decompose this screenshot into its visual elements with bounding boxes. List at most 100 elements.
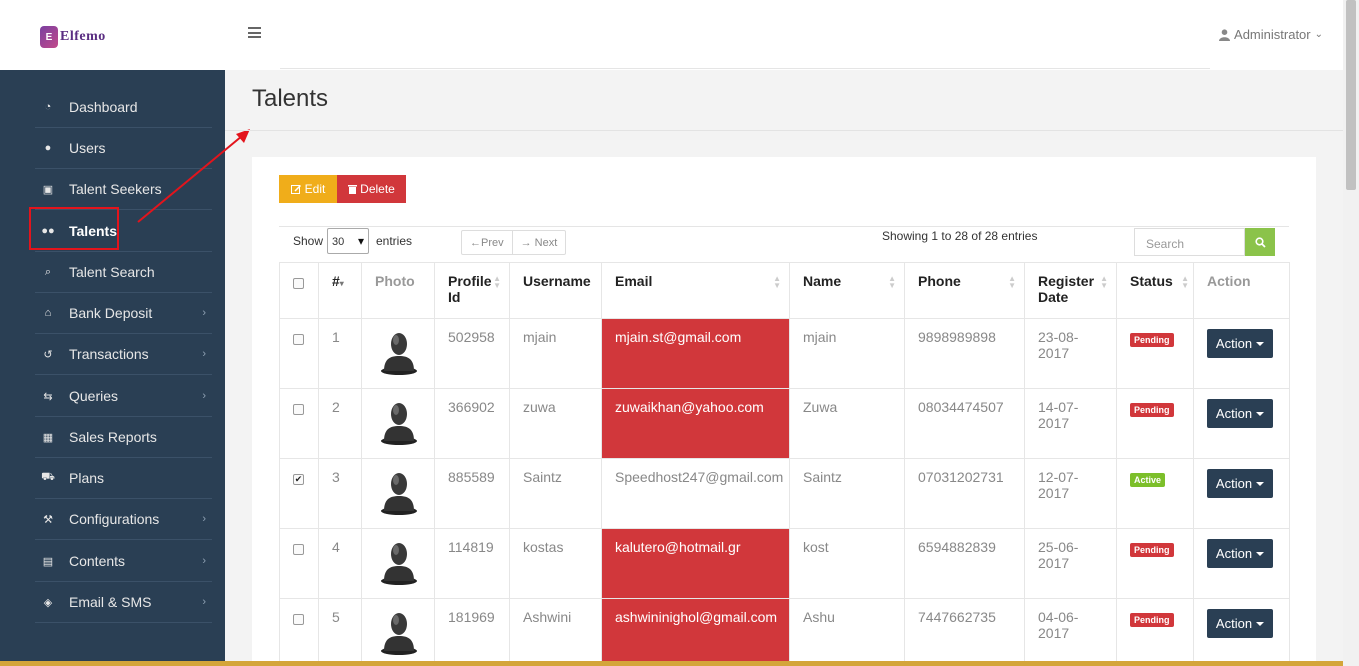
email: zuwaikhan@yahoo.com xyxy=(601,388,790,459)
status-cell: Pending xyxy=(1116,528,1194,599)
user-menu[interactable]: Administrator ⌄ xyxy=(1219,27,1323,42)
page-scrollbar[interactable] xyxy=(1343,0,1359,666)
avatar xyxy=(381,333,417,375)
table-row[interactable]: 5 181969 Ashwini ashwininighol@gmail.com Ash… xyxy=(279,598,1290,666)
search-icon: ⌕ xyxy=(44,265,52,278)
sidebar-item-bank-deposit[interactable]: ⌂ Bank Deposit › xyxy=(35,293,212,334)
menu-toggle-icon[interactable] xyxy=(248,27,261,38)
briefcase-icon: ▣ xyxy=(42,183,54,196)
action-dropdown-button[interactable]: Action xyxy=(1207,329,1273,358)
profile-id: 114819 xyxy=(434,528,510,599)
action-dropdown-button[interactable]: Action xyxy=(1207,469,1273,498)
col-header-register-date[interactable]: Register Date ▲ ▼ xyxy=(1024,262,1117,319)
brand-logo[interactable]: E Elfemo xyxy=(40,24,120,50)
action-dropdown-button[interactable]: Action xyxy=(1207,609,1273,638)
top-header: E Elfemo Administrator ⌄ xyxy=(0,0,1343,70)
delete-button[interactable]: Delete xyxy=(337,175,406,203)
table-row[interactable]: 4 114819 kostas kalutero@hotmail.gr kost 6594… xyxy=(279,528,1290,599)
caret-down-icon xyxy=(1256,621,1265,626)
sidebar-item-configurations[interactable]: ⚒ Configurations › xyxy=(35,499,212,540)
annotation-highlight-box xyxy=(29,207,119,250)
row-checkbox[interactable] xyxy=(293,614,304,625)
action-cell: Action xyxy=(1193,598,1290,666)
register-date: 14-07-2017 xyxy=(1024,388,1117,459)
row-checkbox[interactable] xyxy=(293,334,304,345)
sidebar-item-label: Plans xyxy=(69,470,105,486)
col-header-num[interactable]: #▾ xyxy=(318,262,362,319)
col-header-email[interactable]: Email ▲ ▼ xyxy=(601,262,790,319)
sidebar-item-transactions[interactable]: ↺ Transactions › xyxy=(35,334,212,375)
row-select-cell xyxy=(279,388,319,459)
sidebar-item-plans[interactable]: ⛟ Plans xyxy=(35,458,212,499)
sidebar-item-label: Users xyxy=(69,140,106,156)
status-badge: Active xyxy=(1130,473,1166,487)
name: kost xyxy=(789,528,905,599)
photo-cell xyxy=(361,458,435,529)
sidebar-item-label: Contents xyxy=(69,553,126,569)
sidebar-item-talent-search[interactable]: ⌕ Talent Search xyxy=(35,252,212,293)
user-icon xyxy=(1219,28,1231,41)
wrench-icon: ⚒ xyxy=(43,513,53,526)
sidebar-item-label: Queries xyxy=(69,388,119,404)
table-row[interactable]: 1 502958 mjain mjain.st@gmail.com mjain 98989… xyxy=(279,318,1290,389)
history-icon: ↺ xyxy=(43,348,53,361)
caret-down-icon xyxy=(1256,481,1265,486)
profile-id: 502958 xyxy=(434,318,510,389)
table-row[interactable]: 2 366902 zuwa zuwaikhan@yahoo.com Zuwa 080344… xyxy=(279,388,1290,459)
next-button[interactable]: → Next xyxy=(513,231,566,254)
chevron-right-icon: › xyxy=(202,555,206,567)
edit-icon xyxy=(290,184,301,194)
show-label: Show xyxy=(293,234,324,248)
username: mjain xyxy=(509,318,602,389)
edit-button[interactable]: Edit xyxy=(279,175,337,203)
name: Ashu xyxy=(789,598,905,666)
username: kostas xyxy=(509,528,602,599)
action-cell: Action xyxy=(1193,388,1290,459)
name: mjain xyxy=(789,318,905,389)
phone: 7447662735 xyxy=(904,598,1025,666)
profile-id: 366902 xyxy=(434,388,510,459)
col-header-phone[interactable]: Phone ▲ ▼ xyxy=(904,262,1025,319)
status-badge: Pending xyxy=(1130,613,1174,627)
title-divider xyxy=(225,130,1343,131)
col-header-profile-id[interactable]: Profile Id ▲ ▼ xyxy=(434,262,510,319)
row-number: 4 xyxy=(318,528,362,599)
col-header-name[interactable]: Name ▲ ▼ xyxy=(789,262,905,319)
sidebar-item-queries[interactable]: ⇆ Queries › xyxy=(35,376,212,417)
action-label: Action xyxy=(1215,336,1253,351)
sidebar-item-email-sms[interactable]: ◈ Email & SMS › xyxy=(35,582,212,623)
col-header-status[interactable]: Status ▲ ▼ xyxy=(1116,262,1194,319)
action-dropdown-button[interactable]: Action xyxy=(1207,539,1273,568)
col-header-username[interactable]: Username xyxy=(509,262,602,319)
chevron-right-icon: › xyxy=(202,307,206,319)
status-badge: Pending xyxy=(1130,403,1174,417)
row-checkbox[interactable] xyxy=(293,404,304,415)
search-input[interactable]: Search xyxy=(1134,228,1245,256)
status-badge: Pending xyxy=(1130,543,1174,557)
register-date: 23-08-2017 xyxy=(1024,318,1117,389)
row-checkbox[interactable] xyxy=(293,544,304,555)
entries-select[interactable]: 30 xyxy=(327,228,369,254)
sidebar-item-sales-reports[interactable]: ▦ Sales Reports xyxy=(35,417,212,458)
sidebar-item-label: Transactions xyxy=(69,346,149,362)
talents-table: #▾ Photo Profile Id ▲ ▼ Username Email ▲ ▼ N… xyxy=(279,262,1290,666)
prev-button[interactable]: ←Prev xyxy=(462,231,513,254)
bank-icon: ⌂ xyxy=(44,307,52,319)
search-button[interactable] xyxy=(1245,228,1275,256)
sidebar-item-label: Configurations xyxy=(69,511,160,527)
scrollbar-thumb[interactable] xyxy=(1346,0,1356,190)
row-select-cell xyxy=(279,318,319,389)
avatar xyxy=(381,403,417,445)
sidebar-item-contents[interactable]: ▤ Contents › xyxy=(35,541,212,582)
action-label: Action xyxy=(1215,406,1253,421)
sidebar-item-label: Dashboard xyxy=(69,99,138,115)
action-dropdown-button[interactable]: Action xyxy=(1207,399,1273,428)
row-checkbox[interactable]: ✔ xyxy=(293,474,304,485)
status-cell: Pending xyxy=(1116,388,1194,459)
status-cell: Pending xyxy=(1116,598,1194,666)
newspaper-icon: ▤ xyxy=(42,555,54,568)
photo-cell xyxy=(361,318,435,389)
table-row[interactable]: ✔ 3 885589 Saintz Speedhost247@gmail.com Sain… xyxy=(279,458,1290,529)
username: Ashwini xyxy=(509,598,602,666)
select-all-checkbox[interactable] xyxy=(293,278,304,289)
